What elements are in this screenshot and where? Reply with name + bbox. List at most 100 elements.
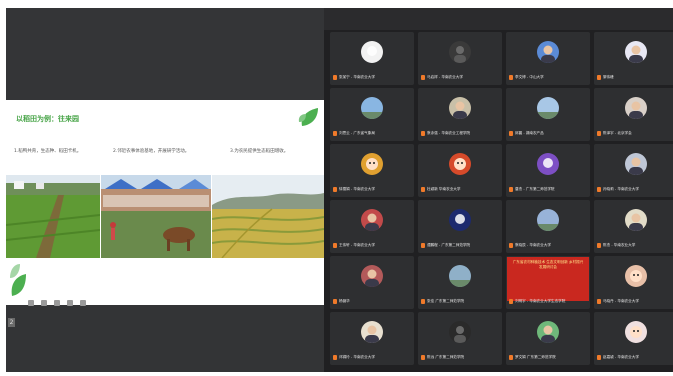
participant-tile[interactable]: 罗文娟 广东第二师范学院: [506, 312, 590, 365]
participant-nameplate: 谭鹏程 - 广东第二师范学院: [421, 242, 470, 249]
participant-nameplate: 刘思云 - 广东省气象局: [333, 130, 375, 137]
participant-tile[interactable]: 邱晨 - 湖南农产品: [506, 88, 590, 141]
rice-field-ridge-photo: [6, 175, 100, 258]
participant-name: 罗文娟 广东第二师范学院: [515, 355, 556, 359]
participant-avatar: [361, 209, 383, 231]
microphone-icon: [509, 355, 513, 360]
participant-avatar: [537, 41, 559, 63]
microphone-icon: [421, 187, 425, 192]
participant-name: 马启祥 - 华南农业大学: [427, 75, 463, 79]
participant-nameplate: 张佳 广东第二师范学院: [421, 298, 464, 305]
microphone-icon: [597, 243, 601, 248]
eraser-tool-icon[interactable]: [54, 300, 61, 306]
participant-avatar: [361, 153, 383, 175]
participant-nameplate: 蔡晓辰 - 华南农业大学: [509, 242, 551, 249]
participant-tile[interactable]: 赵嘉颖 - 华南农业大学: [594, 312, 673, 365]
participant-avatar: [537, 209, 559, 231]
participant-tile[interactable]: 唐杰 - 广东第二师范学院: [506, 144, 590, 197]
participant-tile[interactable]: 杨薇华: [330, 256, 414, 309]
participant-name: 李文博 - 中山大学: [515, 75, 544, 79]
participant-avatar: [449, 265, 471, 287]
participant-tile[interactable]: 蔡泳强 - 华南农业工程学院: [418, 88, 502, 141]
participant-avatar: [537, 97, 559, 119]
participant-tile[interactable]: 王伟轩 - 华南农业大学: [330, 200, 414, 253]
participant-name: 王伟轩 - 华南农业大学: [339, 243, 375, 247]
participant-avatar: [449, 97, 471, 119]
participant-tile[interactable]: 刘思云 - 广东省气象局: [330, 88, 414, 141]
participant-avatar: [361, 265, 383, 287]
microphone-icon: [421, 355, 425, 360]
participant-nameplate: 赵嘉颖 - 华南农业大学: [597, 354, 639, 361]
participant-tile[interactable]: 广东省农村种植技术 生态文明创新 乡村振兴发展研讨会 刘明宇 - 华南农业大学生态…: [506, 256, 590, 309]
participant-avatar: [537, 321, 559, 343]
participant-avatar: [449, 209, 471, 231]
participant-nameplate: 孙晓莉 - 华南农业大学: [597, 186, 639, 193]
slide-caption-1: 1.稻鸭共育，生态种、稻田卡机。: [14, 149, 82, 154]
farm-crowd-cattle-photo: [101, 175, 211, 258]
participant-name: 赵嘉颖 - 华南农业大学: [603, 355, 639, 359]
participant-name: 刘思云 - 广东省气象局: [339, 131, 375, 135]
participant-nameplate: 刘明宇 - 华南农业大学生态学院: [509, 298, 565, 305]
shared-screen: 以稻田为例：往来园 1.稻鸭共育，生态种、稻田卡机。 2.邻近农事体验基地，开展…: [6, 8, 324, 372]
page-indicator[interactable]: 2: [8, 318, 15, 327]
highlighter-tool-icon[interactable]: [41, 300, 48, 306]
participant-tile[interactable]: 蔡晓辰 - 华南农业大学: [506, 200, 590, 253]
participant-avatar: [625, 153, 647, 175]
participant-grid-header: [324, 8, 673, 30]
participant-tile[interactable]: 陈泽宇 - 北京学会: [594, 88, 673, 141]
participant-name: 谭鹏程 - 广东第二师范学院: [427, 243, 471, 247]
participant-screen-share-thumbnail: 广东省农村种植技术 生态文明创新 乡村振兴发展研讨会: [507, 257, 589, 301]
grid-view-icon[interactable]: [67, 300, 74, 306]
rice-terrace-photo: [212, 175, 324, 258]
pen-tool-icon[interactable]: [28, 300, 34, 306]
presentation-slide: 以稻田为例：往来园 1.稻鸭共育，生态种、稻田卡机。 2.邻近农事体验基地，开展…: [6, 100, 324, 306]
participant-tile[interactable]: 孙晓莉 - 华南农业大学: [594, 144, 673, 197]
participant-avatar: [449, 153, 471, 175]
participant-nameplate: 王伟轩 - 华南农业大学: [333, 242, 375, 249]
participant-name: 杨薇华: [339, 299, 350, 303]
participant-tile[interactable]: 黎伟峰: [594, 32, 673, 85]
more-options-icon[interactable]: [80, 300, 87, 306]
microphone-icon: [509, 299, 513, 304]
participant-tile[interactable]: 马启祥 - 华南农业大学: [418, 32, 502, 85]
microphone-icon: [421, 75, 425, 80]
meeting-window: 以稻田为例：往来园 1.稻鸭共育，生态种、稻田卡机。 2.邻近农事体验基地，开展…: [0, 0, 673, 376]
microphone-icon: [421, 131, 425, 136]
slide-photos: [6, 175, 324, 258]
participant-nameplate: 蔡泳强 - 华南农业工程学院: [421, 130, 470, 137]
participant-tile[interactable]: 邓锦玲 - 华南农业大学: [330, 312, 414, 365]
participant-name: 陈杰 - 华南农业大学: [603, 243, 636, 247]
microphone-icon: [333, 131, 337, 136]
participant-nameplate: 罗文娟 广东第二师范学院: [509, 354, 556, 361]
microphone-icon: [597, 187, 601, 192]
participant-avatar: [625, 265, 647, 287]
microphone-icon: [333, 355, 337, 360]
microphone-icon: [597, 355, 601, 360]
leaf-decoration-icon: [298, 108, 318, 126]
participant-tile[interactable]: 马晓丹 - 华南农业大学: [594, 256, 673, 309]
slide-caption-3: 3.为农民提供生态稻田增收。: [230, 149, 289, 154]
participant-tile[interactable]: 徐雪娟 - 华南农业大学: [330, 144, 414, 197]
microphone-icon: [421, 299, 425, 304]
participant-tile[interactable]: 陈远 广东第二师范学院: [418, 312, 502, 365]
slide-toolbar: [28, 291, 88, 306]
participant-avatar: [449, 321, 471, 343]
participant-name: 马晓丹 - 华南农业大学: [603, 299, 639, 303]
microphone-icon: [509, 187, 513, 192]
participant-tile[interactable]: 张某宁 - 华南农业大学: [330, 32, 414, 85]
participant-tile[interactable]: 陈杰 - 华南农业大学: [594, 200, 673, 253]
microphone-icon: [597, 75, 601, 80]
participant-nameplate: 陈泽宇 - 北京学会: [597, 130, 632, 137]
participant-avatar: [361, 41, 383, 63]
participant-name: 邓锦玲 - 华南农业大学: [339, 355, 375, 359]
microphone-icon: [597, 131, 601, 136]
participant-nameplate: 陈杰 - 华南农业大学: [597, 242, 635, 249]
microphone-icon: [333, 299, 337, 304]
participant-tile[interactable]: 张佳 广东第二师范学院: [418, 256, 502, 309]
participant-nameplate: 邓锦玲 - 华南农业大学: [333, 354, 375, 361]
participant-avatar: [625, 321, 647, 343]
participant-tile[interactable]: 李文博 - 中山大学: [506, 32, 590, 85]
participant-tile[interactable]: 杜颖新 华南农业大学: [418, 144, 502, 197]
microphone-icon: [597, 299, 601, 304]
participant-tile[interactable]: 谭鹏程 - 广东第二师范学院: [418, 200, 502, 253]
